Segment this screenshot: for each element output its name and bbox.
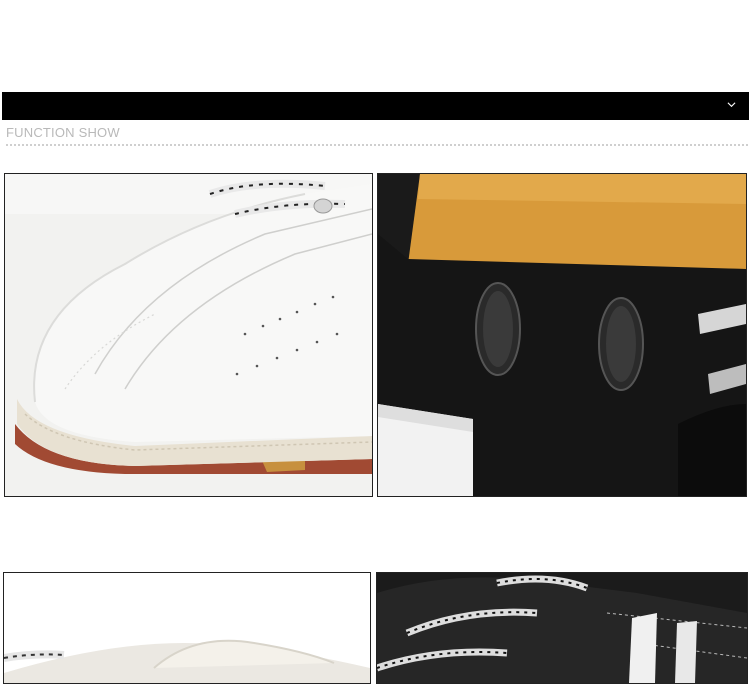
black-shoe-laces-photo (376, 572, 748, 684)
shoe-toe-photo (4, 173, 373, 497)
section-header-bar (2, 92, 749, 120)
white-shoe-laces-photo (3, 572, 371, 684)
heel-closeup-photo (377, 173, 747, 497)
dotted-divider (6, 144, 748, 146)
chevron-down-icon[interactable] (727, 100, 736, 109)
section-title: FUNCTION SHOW (6, 125, 120, 140)
